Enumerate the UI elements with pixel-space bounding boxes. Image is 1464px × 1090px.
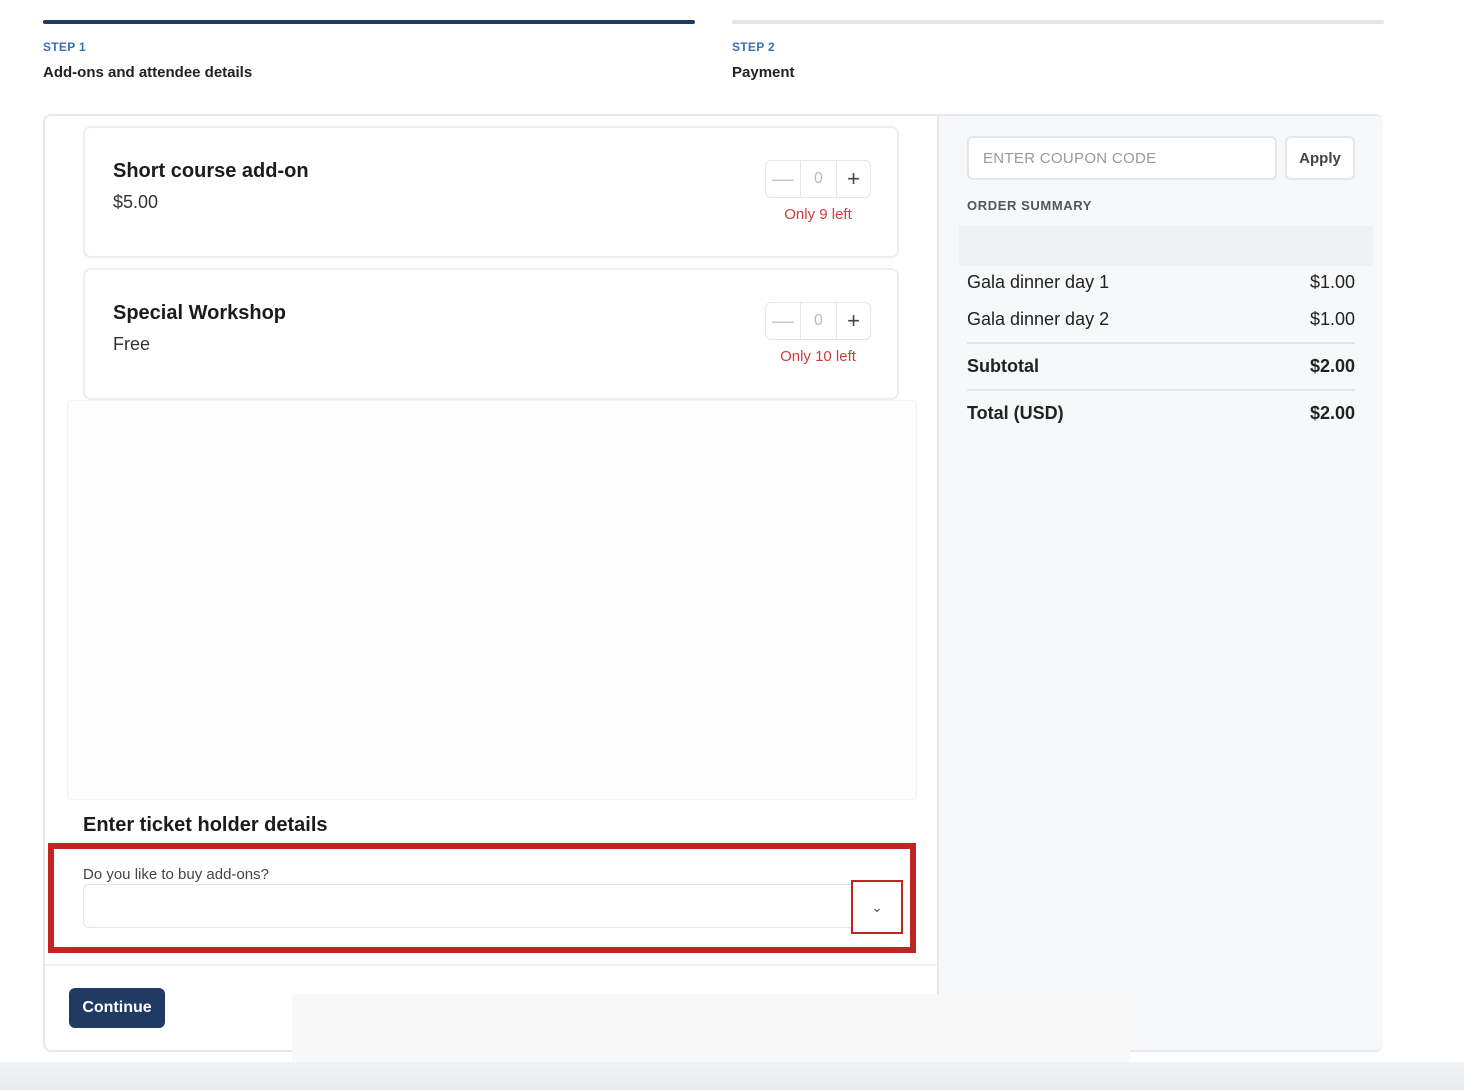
addons-question-label: Do you like to buy add-ons?	[83, 866, 269, 883]
summary-divider	[967, 342, 1355, 344]
step-1: STEP 1 Add-ons and attendee details	[43, 0, 695, 81]
addon-card: Short course add-on $5.00 — 0 + Only 9 l…	[83, 126, 899, 258]
overlay-bar	[292, 994, 1130, 1064]
increment-button[interactable]: +	[836, 161, 870, 197]
addon-price: Free	[113, 334, 151, 354]
quantity-value: 0	[800, 303, 836, 339]
quantity-stepper: — 0 +	[765, 160, 871, 198]
availability-text: Only 9 left	[784, 206, 852, 223]
availability-text: Only 10 left	[780, 348, 856, 365]
content-placeholder	[67, 400, 917, 800]
line-item-amount: $1.00	[1309, 309, 1355, 329]
step-2-title: Payment	[732, 64, 795, 81]
summary-line-item: Gala dinner day 2 $1.00	[967, 309, 1355, 330]
bottom-shade	[0, 1062, 1464, 1090]
select-dropdown-toggle[interactable]: ⌄	[851, 880, 903, 934]
step-2-label: STEP 2	[732, 40, 775, 54]
step-1-progress-bar	[43, 20, 695, 24]
total-amount: $2.00	[1309, 403, 1355, 423]
order-summary-panel: ENTER COUPON CODE Apply ORDER SUMMARY Ga…	[937, 116, 1383, 1050]
step-1-title: Add-ons and attendee details	[43, 64, 253, 81]
quantity-value: 0	[800, 161, 836, 197]
subtotal-row: Subtotal $2.00	[967, 356, 1355, 377]
quantity-stepper: — 0 +	[765, 302, 871, 340]
chevron-down-icon: ⌄	[871, 898, 883, 915]
addons-select[interactable]	[83, 884, 901, 928]
addon-name: Short course add-on	[113, 160, 309, 182]
addons-section: Short course add-on $5.00 — 0 + Only 9 l…	[45, 116, 937, 1050]
total-row: Total (USD) $2.00	[967, 403, 1355, 424]
line-item-label: Gala dinner day 1	[967, 272, 1110, 292]
decrement-button[interactable]: —	[766, 161, 800, 197]
summary-divider	[967, 389, 1355, 391]
total-label: Total (USD)	[967, 403, 1064, 423]
checkout-panel: Short course add-on $5.00 — 0 + Only 9 l…	[43, 114, 1383, 1052]
subtotal-label: Subtotal	[967, 356, 1039, 376]
subtotal-amount: $2.00	[1309, 356, 1355, 376]
summary-header-band	[959, 226, 1373, 266]
step-2-progress-bar	[732, 20, 1384, 24]
order-summary-title: ORDER SUMMARY	[967, 198, 1093, 213]
line-item-label: Gala dinner day 2	[967, 309, 1110, 329]
step-1-label: STEP 1	[43, 40, 86, 54]
step-2: STEP 2 Payment	[732, 0, 1384, 81]
summary-line-item: Gala dinner day 1 $1.00	[967, 272, 1355, 293]
apply-coupon-button[interactable]: Apply	[1285, 136, 1355, 180]
increment-button[interactable]: +	[836, 303, 870, 339]
addon-name: Special Workshop	[113, 302, 287, 324]
divider	[45, 964, 937, 966]
addon-card: Special Workshop Free — 0 + Only 10 left	[83, 268, 899, 400]
continue-button[interactable]: Continue	[69, 988, 165, 1028]
ticket-holder-title: Enter ticket holder details	[83, 814, 328, 836]
coupon-input[interactable]: ENTER COUPON CODE	[967, 136, 1277, 180]
addon-price: $5.00	[113, 192, 159, 212]
line-item-amount: $1.00	[1309, 272, 1355, 292]
decrement-button[interactable]: —	[766, 303, 800, 339]
